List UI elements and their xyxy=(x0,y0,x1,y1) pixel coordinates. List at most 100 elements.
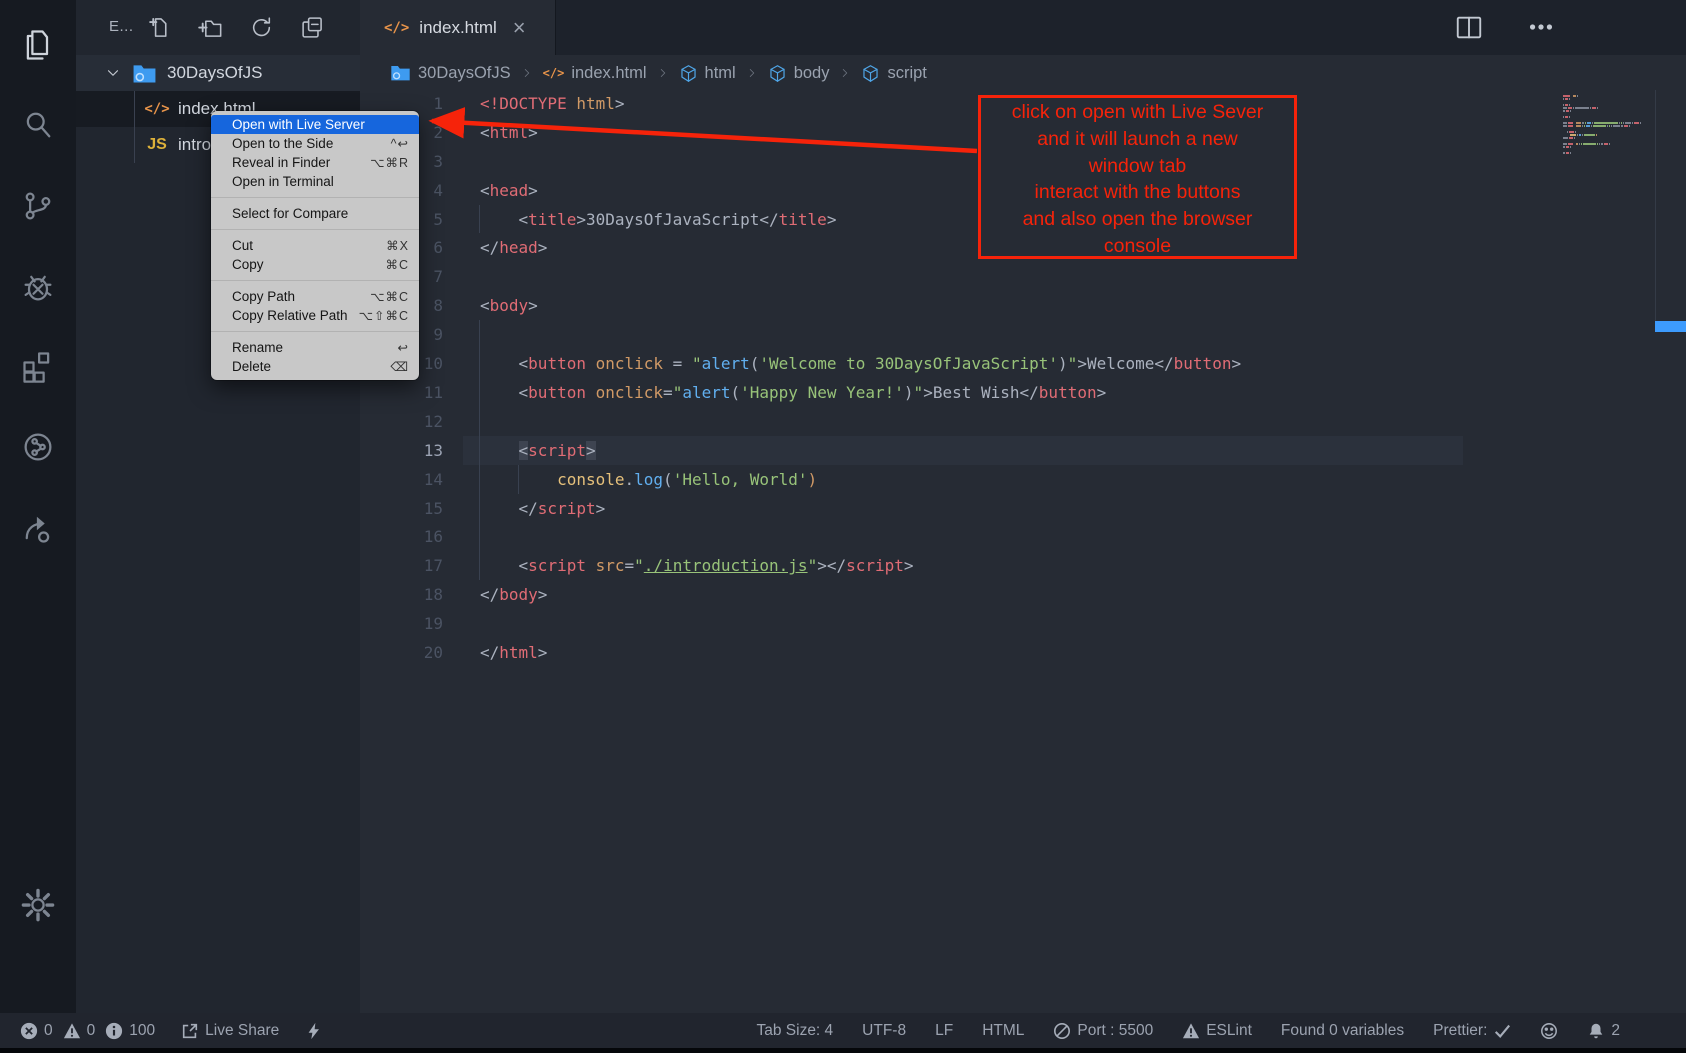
status-item-port-5500[interactable]: Port : 5500 xyxy=(1053,1022,1153,1040)
status-item-utf-8[interactable]: UTF-8 xyxy=(862,1022,906,1040)
status-item-label: HTML xyxy=(982,1022,1024,1040)
code-text: <html> xyxy=(480,123,538,142)
warning-triangle-icon xyxy=(63,1022,81,1040)
activity-item-explorer[interactable] xyxy=(0,16,76,74)
breadcrumb-item-html[interactable]: html xyxy=(679,64,736,83)
code-text: </head> xyxy=(480,238,547,257)
status-item-label: 2 xyxy=(1611,1022,1620,1040)
menu-item-cut[interactable]: Cut ⌘X xyxy=(211,236,419,255)
explorer-title: E... xyxy=(109,18,134,35)
menu-item-reveal-in-finder[interactable]: Reveal in Finder ⌥⌘R xyxy=(211,153,419,172)
activity-item-source-control[interactable] xyxy=(0,177,76,235)
menu-item-shortcut: ⌘C xyxy=(385,257,409,272)
breadcrumb-item-30DaysOfJS[interactable]: 30DaysOfJS xyxy=(390,64,511,83)
status-item-live-share[interactable]: Live Share xyxy=(181,1022,279,1040)
menu-item-copy-path[interactable]: Copy Path ⌥⌘C xyxy=(211,287,419,306)
window-bottom-edge xyxy=(0,1048,1686,1053)
annotation-text-line: and it will launch a new xyxy=(981,126,1294,153)
menu-item-open-in-terminal[interactable]: Open in Terminal xyxy=(211,172,419,191)
breadcrumb-label: index.html xyxy=(571,64,646,83)
line-number: 19 xyxy=(360,614,443,633)
status-item-tab-size-4[interactable]: Tab Size: 4 xyxy=(756,1022,833,1040)
split-editor-icon[interactable] xyxy=(1454,12,1484,47)
tree-root-row[interactable]: 30DaysOfJS xyxy=(76,55,360,91)
status-item-lf[interactable]: LF xyxy=(935,1022,953,1040)
collapse-all-icon xyxy=(300,15,325,40)
minimap-line xyxy=(1563,104,1655,106)
source-control-icon xyxy=(20,188,56,224)
status-item-html[interactable]: HTML xyxy=(982,1022,1024,1040)
status-item-label: Live Share xyxy=(205,1022,279,1040)
activity-item-references[interactable] xyxy=(0,418,76,476)
smiley-icon xyxy=(1540,1022,1558,1040)
status-item-label: Tab Size: 4 xyxy=(756,1022,833,1040)
menu-item-rename[interactable]: Rename ↩ xyxy=(211,338,419,357)
menu-item-label: Open with Live Server xyxy=(232,117,365,132)
menu-separator xyxy=(211,223,419,236)
html-file-icon: </> xyxy=(384,20,409,36)
tree-indent-guide xyxy=(134,91,135,163)
line-number: 13 xyxy=(360,441,443,460)
folder-icon xyxy=(132,63,157,85)
code-line-13: 13 <script> xyxy=(360,436,1686,465)
warning-triangle-icon xyxy=(1182,1022,1200,1040)
collapse-all-button[interactable] xyxy=(299,14,326,41)
status-item-label: Prettier: xyxy=(1433,1022,1487,1040)
activity-item-extensions[interactable] xyxy=(0,338,76,396)
code-text: <button onclick = "alert('Welcome to 30D… xyxy=(480,354,1241,373)
tab-close-icon[interactable]: × xyxy=(513,17,526,39)
status-bar: 00 100 Live Share Tab Size: 4 UTF-8 LF HTML Po… xyxy=(0,1013,1686,1048)
menu-item-open-with-live-server[interactable]: Open with Live Server xyxy=(211,115,419,134)
scrollbar-selection-marker xyxy=(1655,321,1686,332)
menu-item-open-to-the-side[interactable]: Open to the Side ^↩ xyxy=(211,134,419,153)
status-item-0[interactable]: 0 xyxy=(63,1022,96,1040)
context-menu: Open with Live Server Open to the Side ^… xyxy=(211,111,419,380)
new-folder-button[interactable] xyxy=(197,14,224,41)
activity-item-settings[interactable] xyxy=(0,876,76,934)
status-item-smiley[interactable] xyxy=(1540,1022,1558,1040)
menu-item-copy-relative-path[interactable]: Copy Relative Path ⌥⇧⌘C xyxy=(211,306,419,325)
code-line-7: 7 xyxy=(360,262,1686,291)
status-item-100[interactable]: 100 xyxy=(105,1022,155,1040)
annotation-text-line: window tab xyxy=(981,153,1294,180)
new-file-button[interactable] xyxy=(146,14,173,41)
line-number: 14 xyxy=(360,470,443,489)
menu-item-copy[interactable]: Copy ⌘C xyxy=(211,255,419,274)
activity-item-debug[interactable] xyxy=(0,258,76,316)
code-line-17: 17 <script src="./introduction.js"></scr… xyxy=(360,551,1686,580)
menu-item-select-for-compare[interactable]: Select for Compare xyxy=(211,204,419,223)
tab-index-html[interactable]: </> index.html × xyxy=(360,0,556,55)
symbol-cube-icon xyxy=(861,64,880,83)
activity-item-search[interactable] xyxy=(0,96,76,154)
explorer-header: E... xyxy=(76,0,360,55)
breadcrumb-item-body[interactable]: body xyxy=(768,64,830,83)
status-item-found-0-variables[interactable]: Found 0 variables xyxy=(1281,1022,1404,1040)
settings-icon xyxy=(20,887,56,923)
status-item-2[interactable]: 2 xyxy=(1587,1022,1620,1040)
annotation-text-line: and also open the browser xyxy=(981,206,1294,233)
activity-item-live-share[interactable] xyxy=(0,499,76,557)
code-text: </body> xyxy=(480,585,547,604)
chevron-right-icon xyxy=(656,66,670,80)
code-text: <body> xyxy=(480,296,538,315)
breadcrumb-item-script[interactable]: script xyxy=(861,64,926,83)
more-actions-icon[interactable] xyxy=(1526,12,1556,47)
activity-bar xyxy=(0,0,76,1053)
line-number: 11 xyxy=(360,383,443,402)
line-number: 20 xyxy=(360,643,443,662)
minimap[interactable] xyxy=(1563,95,1655,155)
breadcrumb-item-index-html[interactable]: </>index.html xyxy=(543,64,647,83)
menu-item-label: Copy xyxy=(232,257,264,272)
menu-item-delete[interactable]: Delete ⌫ xyxy=(211,357,419,376)
line-number: 18 xyxy=(360,585,443,604)
code-text: <script src="./introduction.js"></script… xyxy=(480,556,914,575)
status-item-bolt[interactable] xyxy=(305,1022,323,1040)
menu-item-shortcut: ⌥⌘R xyxy=(370,155,409,170)
refresh-button[interactable] xyxy=(248,14,275,41)
status-item-eslint[interactable]: ESLint xyxy=(1182,1022,1252,1040)
status-item-0[interactable]: 0 xyxy=(20,1022,53,1040)
minimap-line xyxy=(1563,149,1655,151)
breadcrumb-label: body xyxy=(794,64,830,83)
status-item-prettier-[interactable]: Prettier: xyxy=(1433,1022,1511,1040)
minimap-line xyxy=(1563,140,1655,142)
